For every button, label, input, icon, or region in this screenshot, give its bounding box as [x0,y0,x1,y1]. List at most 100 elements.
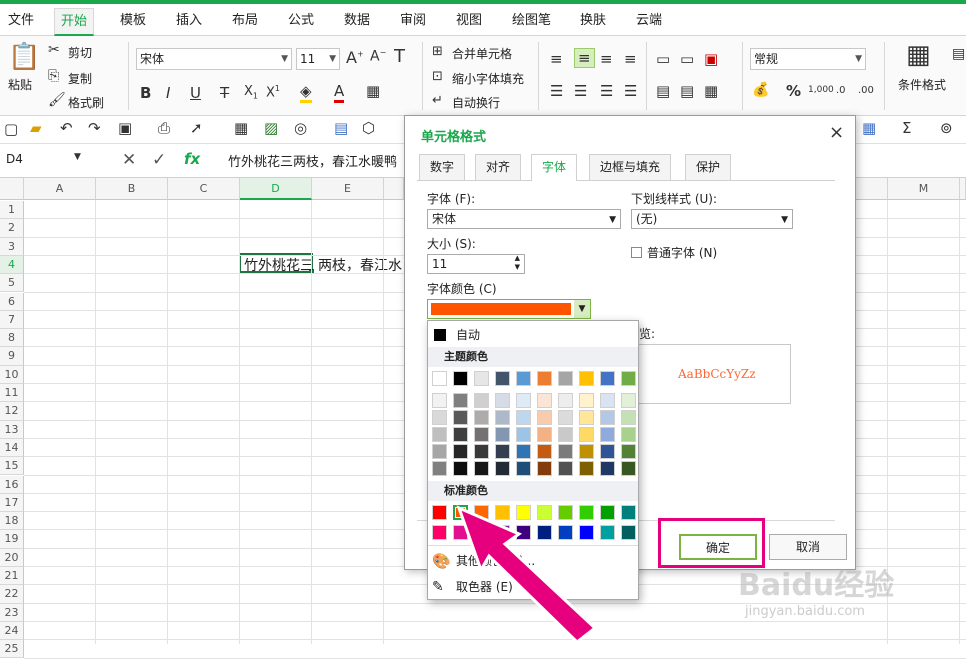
column-header[interactable]: E [312,178,384,200]
formula-input[interactable]: 竹外桃花三两枝，春江水暖鸭 [228,151,397,170]
font-color-picker[interactable]: ▼ [427,299,591,319]
row-header[interactable]: 9 [0,347,24,366]
format-painter-icon[interactable]: 🖌 [48,92,66,108]
row-header[interactable]: 11 [0,384,24,403]
theme-shade-swatch[interactable] [558,461,573,476]
theme-shade-swatch[interactable] [600,444,615,459]
italic-button[interactable]: I [166,84,170,102]
clear-format-icon[interactable]: T [394,46,405,67]
theme-shade-swatch[interactable] [432,444,447,459]
theme-color-swatch[interactable] [516,371,531,386]
theme-color-swatch[interactable] [474,371,489,386]
function-icon[interactable]: fx [184,150,200,168]
menu-layout[interactable]: 布局 [226,8,264,36]
theme-shade-swatch[interactable] [453,427,468,442]
row-header[interactable]: 15 [0,457,24,476]
sum-icon[interactable]: Σ [902,119,911,137]
menu-templates[interactable]: 模板 [114,8,152,36]
menu-home[interactable]: 开始 [54,8,95,36]
subscript-button[interactable]: X1 [244,84,258,101]
column-header-selected[interactable]: D [240,178,312,200]
standard-color-swatch[interactable] [432,505,447,520]
copy-button[interactable]: 复制 [68,70,92,87]
select-pointer-icon[interactable]: ➚ [190,119,203,137]
theme-shade-swatch[interactable] [579,410,594,425]
copy-icon[interactable]: ⎘ [48,68,59,84]
orientation-icon[interactable]: ▤ [656,82,670,100]
distributed-align-icon[interactable]: ☰ [624,82,637,100]
currency-icon[interactable]: 💰 [752,82,769,98]
outdent-icon[interactable]: ▭ [680,50,694,68]
theme-color-swatch[interactable] [558,371,573,386]
redo-icon[interactable]: ↷ [88,119,101,137]
theme-shade-swatch[interactable] [432,393,447,408]
theme-shade-swatch[interactable] [600,410,615,425]
column-header[interactable] [960,178,966,200]
conditional-format-button[interactable]: 条件格式 [898,76,946,93]
insert-table-icon[interactable]: ▦ [234,119,248,137]
number-format-select[interactable]: 常规 ▼ [750,48,866,70]
shrink-fit-button[interactable]: 缩小字体填充 [452,70,524,87]
screenshot-icon[interactable]: ◎ [294,119,307,137]
strikethrough-button[interactable]: T [220,84,229,102]
ok-button[interactable]: 确定 [679,534,757,560]
theme-shade-swatch[interactable] [537,461,552,476]
menu-draw[interactable]: 绘图笔 [506,8,557,36]
align-left-icon[interactable]: ☰ [550,82,563,100]
sort-icon[interactable]: ▦ [862,119,876,137]
align-middle-icon[interactable]: ≡ [574,48,595,68]
insert-image-icon[interactable]: ▨ [264,119,278,137]
theme-color-swatch[interactable] [600,371,615,386]
underline-button[interactable]: U [190,84,201,102]
theme-shade-swatch[interactable] [621,444,636,459]
theme-color-swatch[interactable] [453,371,468,386]
theme-shade-swatch[interactable] [516,444,531,459]
theme-shade-swatch[interactable] [537,393,552,408]
table-style-icon[interactable]: ▤ [952,46,965,62]
theme-shade-swatch[interactable] [537,444,552,459]
chevron-down-icon[interactable]: ▼ [574,300,590,318]
menu-data[interactable]: 数据 [338,8,376,36]
tab-protection[interactable]: 保护 [685,154,732,180]
align-top-icon[interactable]: ≡ [550,50,563,68]
theme-shade-swatch[interactable] [495,410,510,425]
confirm-edit-icon[interactable]: ✓ [152,150,166,170]
row-header[interactable]: 20 [0,548,24,567]
column-header[interactable]: B [96,178,168,200]
row-header[interactable]: 22 [0,585,24,604]
row-header[interactable]: 1 [0,201,24,220]
menu-skin[interactable]: 换肤 [574,8,612,36]
theme-shade-swatch[interactable] [621,427,636,442]
standard-color-swatch[interactable] [432,525,447,540]
theme-shade-swatch[interactable] [474,444,489,459]
close-icon[interactable]: × [829,122,844,143]
increase-font-icon[interactable]: A+ [346,48,364,67]
bold-button[interactable]: B [140,84,151,102]
shrink-fit-icon[interactable]: ⊡ [432,69,443,84]
column-header[interactable]: C [168,178,240,200]
row-header[interactable]: 25 [0,640,24,659]
shapes-icon[interactable]: ⬡ [362,119,375,137]
size-spinner[interactable]: 11 ▲ ▼ [427,254,525,274]
fill-color-icon[interactable]: ◈ [300,82,312,103]
align-bottom-icon[interactable]: ≡ [600,50,613,68]
open-folder-icon[interactable]: ▰ [30,119,42,137]
theme-shade-swatch[interactable] [474,410,489,425]
standard-color-swatch[interactable] [621,525,636,540]
column-header[interactable]: M [888,178,960,200]
save-icon[interactable]: ▣ [118,119,132,137]
theme-shade-swatch[interactable] [432,461,447,476]
cancel-edit-icon[interactable]: ✕ [122,150,136,170]
theme-shade-swatch[interactable] [558,444,573,459]
row-header[interactable]: 3 [0,237,24,256]
theme-shade-swatch[interactable] [516,461,531,476]
menu-file[interactable]: 文件 [2,8,40,36]
theme-shade-swatch[interactable] [453,410,468,425]
row-header[interactable]: 2 [0,219,24,238]
paste-icon[interactable]: 📋 [8,42,40,72]
new-file-icon[interactable]: ▢ [4,120,18,138]
theme-color-swatch[interactable] [621,371,636,386]
row-header[interactable]: 21 [0,567,24,586]
theme-color-swatch[interactable] [579,371,594,386]
theme-shade-swatch[interactable] [495,393,510,408]
